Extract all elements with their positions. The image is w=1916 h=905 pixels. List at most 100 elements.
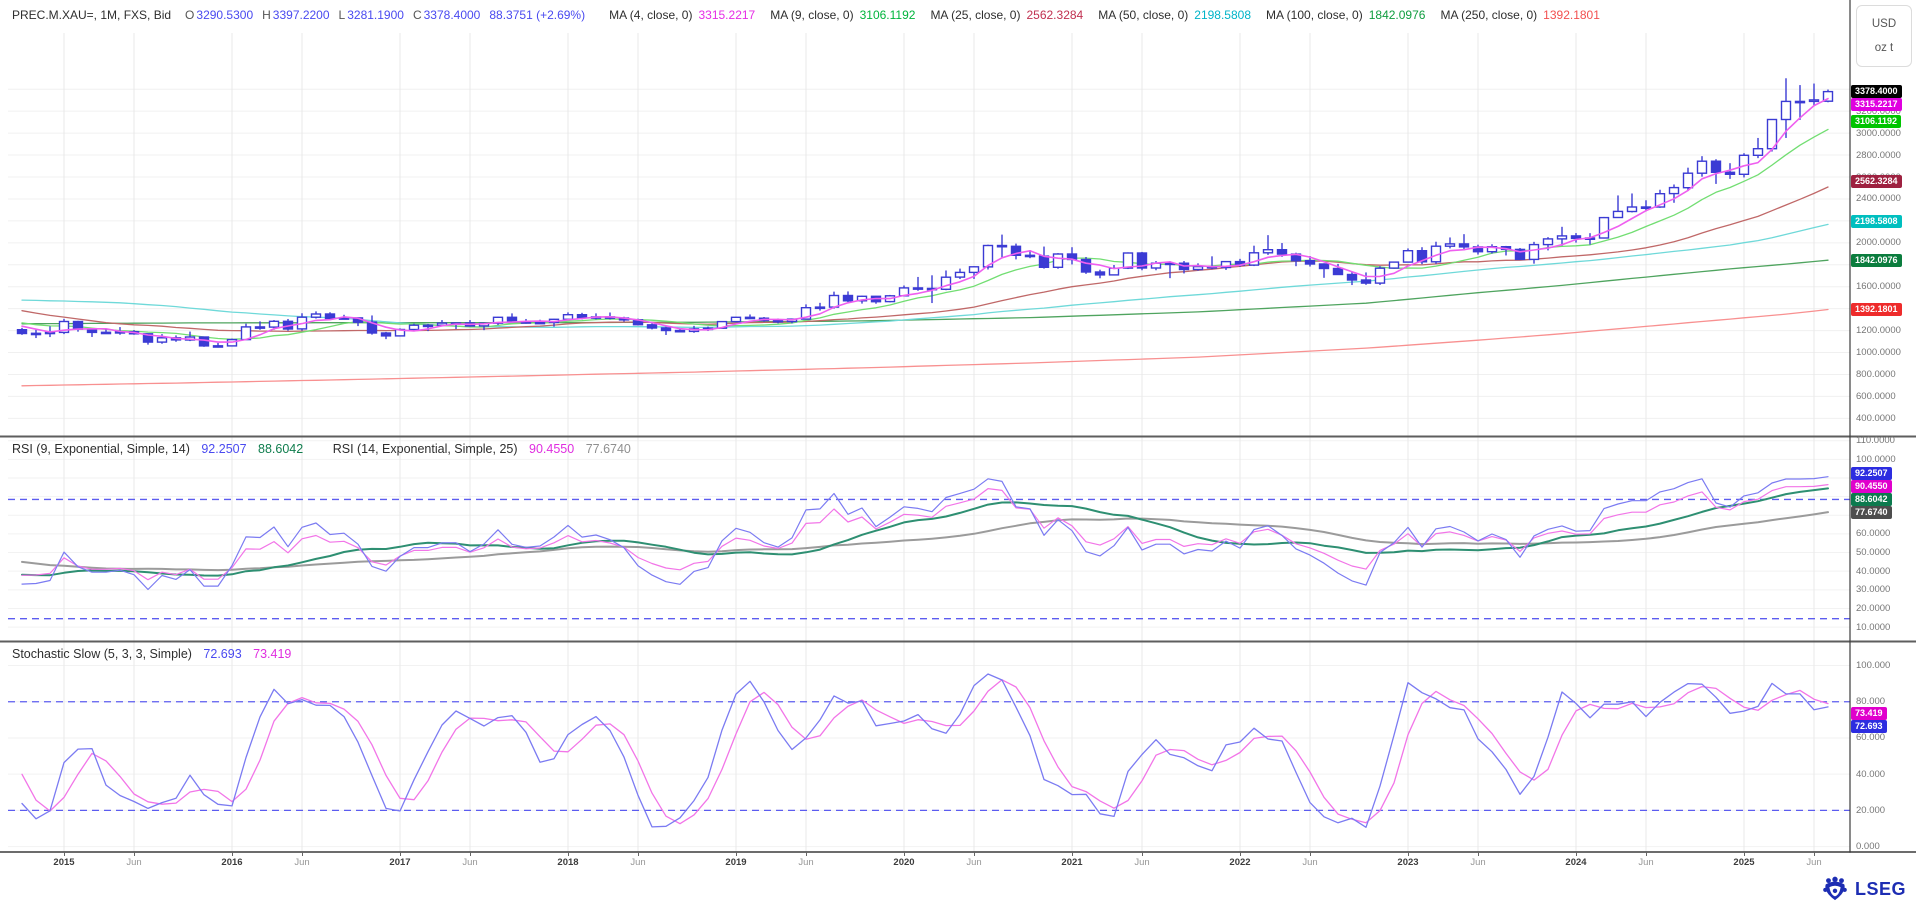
price-axis-label: 2400.0000 [1856,193,1901,204]
time-axis-tick [638,852,639,856]
ohlc-field-label: H [262,8,271,22]
time-axis-label: 2019 [725,857,746,868]
price-axis-unit-box: USD oz t [1856,5,1912,67]
price-axis-label: 50.0000 [1856,547,1890,558]
stochastic-title: Stochastic Slow (5, 3, 3, Simple) [12,647,192,661]
price-axis-label: 3000.0000 [1856,128,1901,139]
rsi-value-3: 90.4550 [529,442,574,456]
rsi-value-2: 88.6042 [258,442,303,456]
rsi-header[interactable]: RSI (9, Exponential, Simple, 14) 92.2507… [12,442,639,456]
time-axis-label: Jun [798,857,813,868]
price-badge: 1392.1801 [1851,303,1902,316]
price-axis-label: 100.000 [1856,660,1890,671]
time-axis-tick [1478,852,1479,856]
stoch-layer [8,674,1850,827]
price-axis-label: 400.0000 [1856,413,1896,424]
time-axis-label: Jun [630,857,645,868]
ma-legend-label: MA (25, close, 0) [930,8,1020,22]
time-axis-tick [470,852,471,856]
price-axis-label: 800.0000 [1856,369,1896,380]
time-axis-label: Jun [1806,857,1821,868]
time-axis-tick [736,852,737,856]
price-axis-label: 20.0000 [1856,603,1890,614]
ma-legend-value: 2562.3284 [1026,8,1083,22]
unit-label: oz t [1875,42,1894,54]
price-axis-label: 100.0000 [1856,454,1896,465]
price-badge: 2562.3284 [1851,175,1902,188]
price-axis-label: 20.000 [1856,805,1885,816]
price-axis-label: 110.0000 [1856,435,1895,446]
price-axis-label: 1600.0000 [1856,281,1901,292]
stochastic-d-value: 73.419 [253,647,291,661]
instrument-label: PREC.M.XAU=, 1M, FXS, Bid [12,8,171,22]
price-axis-label: 10.0000 [1856,622,1890,633]
ma-legend-value: 2198.5808 [1194,8,1251,22]
ohlc-field-label: O [185,8,194,22]
ma-legend-item[interactable]: MA (100, close, 0)1842.0976 [1266,8,1425,22]
time-axis-tick [1576,852,1577,856]
ma-legend-value: 3106.1192 [860,8,916,22]
time-axis-label: 2022 [1229,857,1250,868]
price-axis-label: 1200.0000 [1856,325,1901,336]
price-axis-label: 40.0000 [1856,566,1890,577]
ma-legend-item[interactable]: MA (250, close, 0)1392.1801 [1440,8,1599,22]
time-axis-tick [568,852,569,856]
price-axis-label: 1000.0000 [1856,347,1901,358]
ma-legend-item[interactable]: MA (25, close, 0) 2562.3284 [930,8,1083,22]
time-axis-label: Jun [1638,857,1653,868]
ma-legend-item[interactable]: MA (9, close, 0) 3106.1192 [770,8,915,22]
time-axis-tick [302,852,303,856]
rsi-title-1: RSI (9, Exponential, Simple, 14) [12,442,190,456]
price-axis-label: 2800.0000 [1856,150,1901,161]
rsi-value-4: 77.6740 [586,442,631,456]
price-axis-label: 80.000 [1856,696,1885,707]
lseg-logo-text: LSEG [1855,879,1906,900]
price-badge: 90.4550 [1851,480,1892,493]
time-axis-label: Jun [294,857,309,868]
ohlc-field-value: 3397.2200 [273,8,330,22]
ma-legend-item[interactable]: MA (4, close, 0) 3315.2217 [609,8,755,22]
time-axis-tick [1646,852,1647,856]
price-badge: 73.419 [1851,707,1887,720]
price-axis-label: 40.000 [1856,769,1885,780]
price-axis-label: 60.0000 [1856,528,1890,539]
time-axis-label: 2018 [557,857,578,868]
ohlc-fields: O3290.5300H3397.2200L3281.1900C3378.4000… [185,8,594,22]
time-axis-label: 2023 [1397,857,1418,868]
price-axis-label: 0.000 [1856,841,1880,852]
time-axis-tick [64,852,65,856]
ma-legend-label: MA (4, close, 0) [609,8,692,22]
time-axis-label: Jun [462,857,477,868]
ma-legend-label: MA (9, close, 0) [770,8,853,22]
ohlc-field-value: 88.3751 (+2.69%) [489,8,585,22]
time-axis-tick [974,852,975,856]
time-axis-tick [1814,852,1815,856]
price-axis-label: 2000.0000 [1856,237,1901,248]
time-axis-label: Jun [1302,857,1317,868]
price-badge: 3315.2217 [1851,98,1902,111]
time-axis-label: 2020 [893,857,914,868]
ma-legend: MA (4, close, 0) 3315.2217 MA (9, close, 0… [594,8,1600,22]
stochastic-k-value: 72.693 [203,647,241,661]
rsi-value-1: 92.2507 [201,442,246,456]
price-axis-label: 60.000 [1856,732,1885,743]
ma-legend-item[interactable]: MA (50, close, 0)2198.5808 [1098,8,1251,22]
price-badge: 88.6042 [1851,493,1892,506]
chart-header: PREC.M.XAU=, 1M, FXS, Bid O3290.5300 H339… [0,0,1846,30]
ma-legend-value: 1392.1801 [1543,8,1600,22]
chart-window: PREC.M.XAU=, 1M, FXS, Bid O3290.5300 H339… [0,0,1916,905]
stochastic-header[interactable]: Stochastic Slow (5, 3, 3, Simple) 72.693… [12,647,299,661]
time-axis-tick [1310,852,1311,856]
candles-layer[interactable] [18,78,1833,347]
time-axis-label: 2015 [53,857,74,868]
ohlc-field-label: L [339,8,346,22]
price-badge: 3106.1192 [1851,115,1901,128]
ma-overlays-layer [22,129,1828,385]
time-axis-label: 2025 [1733,857,1754,868]
time-axis-tick [232,852,233,856]
ma-legend-value: 3315.2217 [698,8,755,22]
ohlc-field-value: 3378.4000 [424,8,481,22]
price-axis-label: 600.0000 [1856,391,1896,402]
ohlc-field-value: 3290.5300 [196,8,253,22]
lseg-logo: LSEG [1820,876,1906,902]
